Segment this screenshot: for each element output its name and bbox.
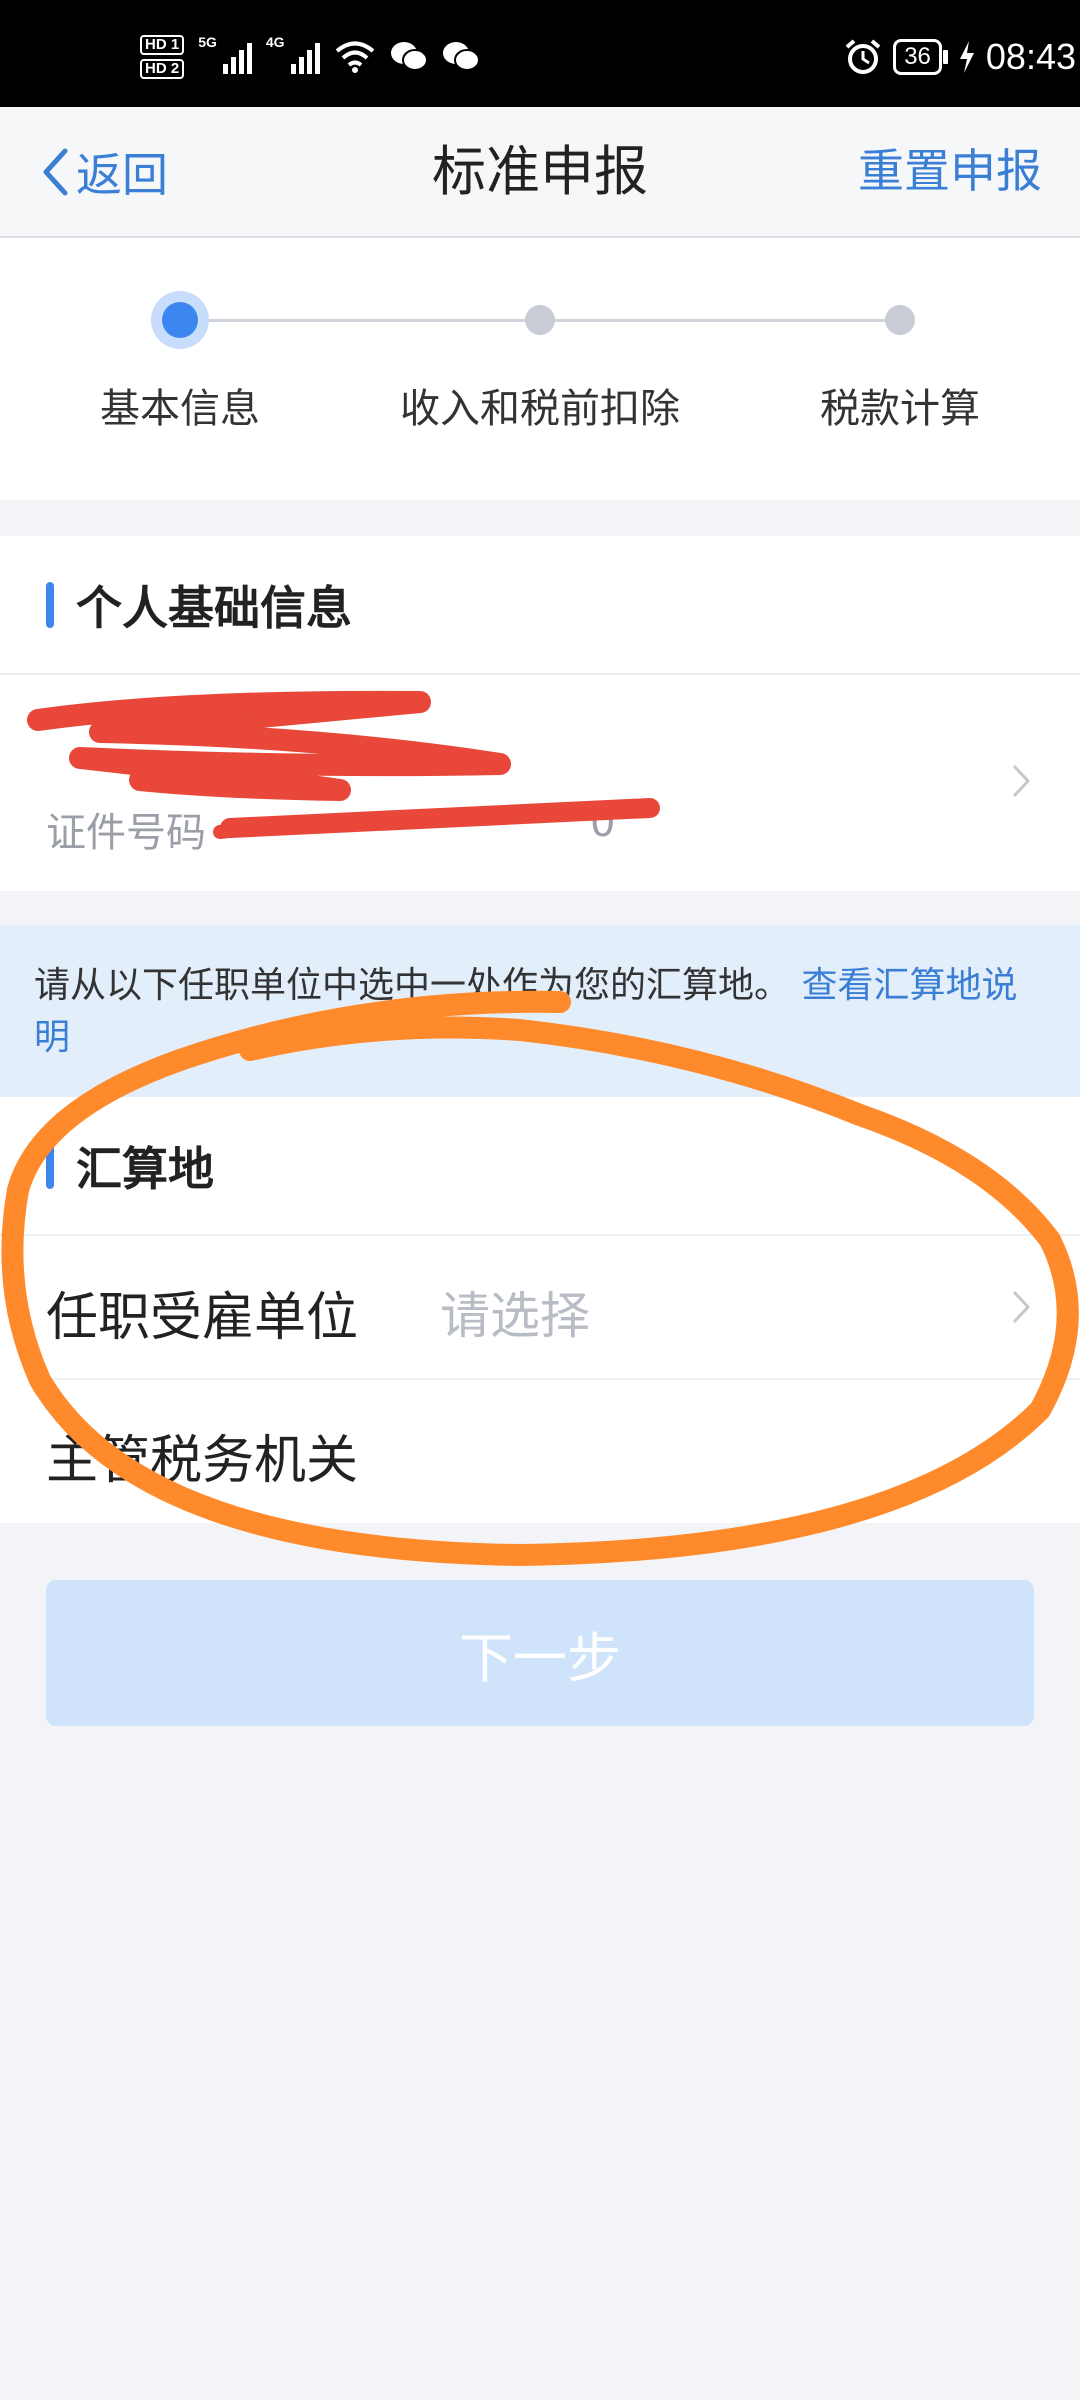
progress-stepper: 基本信息 收入和税前扣除 税款计算 bbox=[0, 238, 1080, 500]
signal-5g-icon bbox=[222, 40, 252, 74]
network-4g-label: 4G bbox=[265, 34, 285, 50]
tax-authority-label: 主管税务机关 bbox=[46, 1431, 359, 1491]
hd-indicators: HD 1 HD 2 bbox=[140, 35, 185, 79]
back-label: 返回 bbox=[76, 147, 168, 202]
notice-text: 请从以下任职单位中选中一处作为您的汇算地。 查看汇算地说明 bbox=[34, 960, 1044, 1064]
step-label-basic-info: 基本信息 bbox=[100, 386, 260, 432]
wifi-icon bbox=[335, 41, 374, 73]
reset-declaration-button[interactable]: 重置申报 bbox=[858, 107, 1042, 236]
personal-info-header: 个人基础信息 bbox=[0, 536, 1080, 673]
settlement-title: 汇算地 bbox=[76, 1141, 214, 1196]
battery-level: 36 bbox=[893, 39, 942, 75]
back-button[interactable]: 返回 bbox=[40, 107, 168, 236]
chevron-left-icon bbox=[43, 148, 68, 195]
hd2-badge: HD 2 bbox=[140, 59, 185, 79]
redaction-scribble bbox=[27, 690, 660, 839]
nav-bar: 返回 标准申报 重置申报 bbox=[0, 107, 1080, 238]
status-left: HD 1 HD 2 5G 4G bbox=[140, 30, 480, 84]
step-dot-income-deduction bbox=[525, 305, 555, 335]
next-step-button[interactable]: 下一步 bbox=[46, 1580, 1034, 1726]
battery-tip bbox=[942, 50, 948, 64]
charging-icon bbox=[959, 41, 974, 73]
wechat-icon bbox=[390, 42, 428, 71]
status-bar: HD 1 HD 2 5G 4G 36 08:43 bbox=[0, 0, 1080, 107]
step-dot-tax-calculation bbox=[885, 305, 915, 335]
section-accent-bar bbox=[46, 581, 54, 628]
divider bbox=[46, 1378, 1080, 1380]
personal-info-title: 个人基础信息 bbox=[76, 580, 352, 635]
employer-label: 任职受雇单位 bbox=[46, 1288, 359, 1348]
signal-4g-icon bbox=[290, 40, 320, 74]
notice-message: 请从以下任职单位中选中一处作为您的汇算地。 bbox=[34, 965, 791, 1006]
section-accent-bar bbox=[46, 1142, 54, 1189]
chevron-right-icon bbox=[1013, 765, 1030, 797]
hd1-badge: HD 1 bbox=[140, 35, 185, 55]
alarm-icon bbox=[845, 39, 881, 74]
settlement-header: 汇算地 bbox=[0, 1097, 1080, 1234]
employer-select[interactable]: 请选择 bbox=[440, 1276, 590, 1348]
chevron-right-icon bbox=[1013, 1291, 1030, 1323]
clock: 08:43 bbox=[985, 36, 1076, 77]
step-dot-basic-info bbox=[162, 302, 198, 338]
step-label-tax-calculation: 税款计算 bbox=[820, 386, 980, 432]
step-label-income-deduction: 收入和税前扣除 bbox=[400, 386, 680, 432]
wechat-icon-2 bbox=[442, 42, 480, 71]
status-right: 36 08:43 bbox=[843, 30, 1076, 84]
network-5g-label: 5G bbox=[198, 34, 217, 50]
